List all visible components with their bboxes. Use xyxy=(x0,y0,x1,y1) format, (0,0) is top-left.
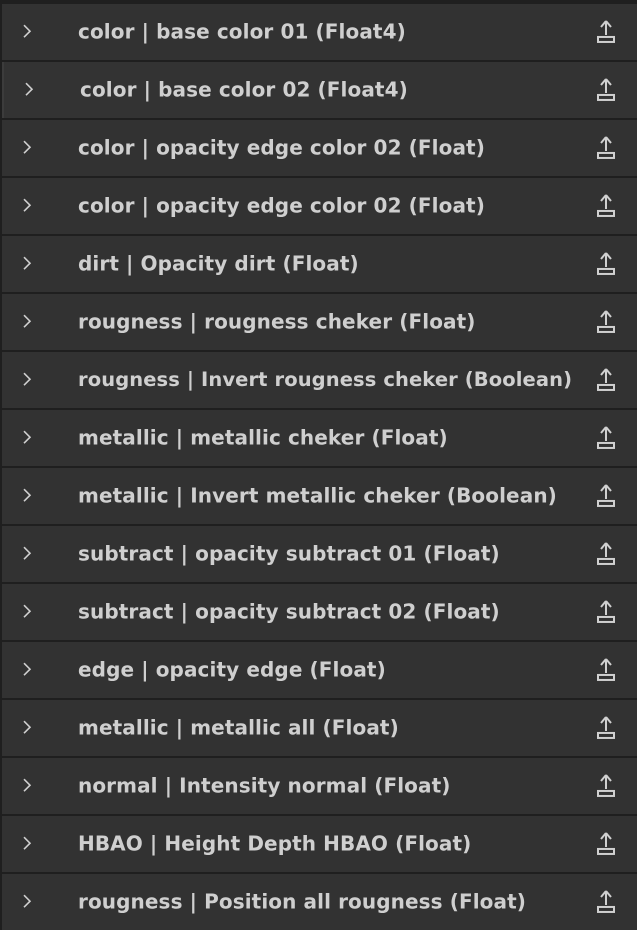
parameter-label: color | opacity edge color 02 (Float) xyxy=(78,193,485,218)
export-icon[interactable] xyxy=(596,134,616,160)
parameter-row[interactable]: color | base color 01 (Float4) xyxy=(2,4,637,60)
export-icon[interactable] xyxy=(596,888,616,914)
export-icon[interactable] xyxy=(596,308,616,334)
parameter-label: rougness | rougness cheker (Float) xyxy=(78,309,476,334)
chevron-right-icon[interactable] xyxy=(19,661,35,677)
export-icon[interactable] xyxy=(596,598,616,624)
chevron-right-icon[interactable] xyxy=(19,487,35,503)
chevron-right-icon[interactable] xyxy=(19,545,35,561)
export-icon[interactable] xyxy=(596,18,616,44)
parameter-row[interactable]: rougness | rougness cheker (Float) xyxy=(2,294,637,350)
parameter-label: metallic | metallic all (Float) xyxy=(78,715,399,740)
parameter-label: color | opacity edge color 02 (Float) xyxy=(78,135,485,160)
chevron-right-icon[interactable] xyxy=(19,429,35,445)
parameter-row[interactable]: color | opacity edge color 02 (Float) xyxy=(2,120,637,176)
export-icon[interactable] xyxy=(596,192,616,218)
chevron-right-icon[interactable] xyxy=(19,313,35,329)
export-icon[interactable] xyxy=(596,366,616,392)
parameter-row[interactable]: rougness | Position all rougness (Float) xyxy=(2,874,637,930)
parameter-label: dirt | Opacity dirt (Float) xyxy=(78,251,359,276)
parameter-row[interactable]: dirt | Opacity dirt (Float) xyxy=(2,236,637,292)
chevron-right-icon[interactable] xyxy=(19,719,35,735)
export-icon[interactable] xyxy=(596,656,616,682)
chevron-right-icon[interactable] xyxy=(21,81,37,97)
parameter-row[interactable]: metallic | metallic cheker (Float) xyxy=(2,410,637,466)
export-icon[interactable] xyxy=(596,482,616,508)
parameter-row[interactable]: HBAO | Height Depth HBAO (Float) xyxy=(2,816,637,872)
export-icon[interactable] xyxy=(596,250,616,276)
parameter-row[interactable]: rougness | Invert rougness cheker (Boole… xyxy=(2,352,637,408)
chevron-right-icon[interactable] xyxy=(19,255,35,271)
parameter-row[interactable]: color | opacity edge color 02 (Float) xyxy=(2,178,637,234)
export-icon[interactable] xyxy=(596,76,616,102)
export-icon[interactable] xyxy=(596,424,616,450)
parameter-list: color | base color 01 (Float4) color | b… xyxy=(0,0,637,930)
parameter-label: subtract | opacity subtract 02 (Float) xyxy=(78,599,500,624)
export-icon[interactable] xyxy=(596,540,616,566)
chevron-right-icon[interactable] xyxy=(19,777,35,793)
export-icon[interactable] xyxy=(596,714,616,740)
parameter-label: normal | Intensity normal (Float) xyxy=(78,773,451,798)
parameter-row[interactable]: edge | opacity edge (Float) xyxy=(2,642,637,698)
export-icon[interactable] xyxy=(596,772,616,798)
parameter-label: metallic | Invert metallic cheker (Boole… xyxy=(78,483,557,508)
parameter-label: edge | opacity edge (Float) xyxy=(78,657,386,682)
parameter-row[interactable]: metallic | metallic all (Float) xyxy=(2,700,637,756)
export-icon[interactable] xyxy=(596,830,616,856)
chevron-right-icon[interactable] xyxy=(19,893,35,909)
parameter-label: color | base color 02 (Float4) xyxy=(80,77,408,102)
parameter-row[interactable]: normal | Intensity normal (Float) xyxy=(2,758,637,814)
parameter-label: rougness | Position all rougness (Float) xyxy=(78,889,527,914)
parameter-row[interactable]: subtract | opacity subtract 01 (Float) xyxy=(2,526,637,582)
chevron-right-icon[interactable] xyxy=(19,603,35,619)
parameter-label: color | base color 01 (Float4) xyxy=(78,19,406,44)
chevron-right-icon[interactable] xyxy=(19,197,35,213)
parameter-label: HBAO | Height Depth HBAO (Float) xyxy=(78,831,472,856)
parameter-label: subtract | opacity subtract 01 (Float) xyxy=(78,541,500,566)
parameter-label: metallic | metallic cheker (Float) xyxy=(78,425,448,450)
parameter-row[interactable]: metallic | Invert metallic cheker (Boole… xyxy=(2,468,637,524)
chevron-right-icon[interactable] xyxy=(19,835,35,851)
parameter-row[interactable]: color | base color 02 (Float4) xyxy=(2,62,637,118)
chevron-right-icon[interactable] xyxy=(19,139,35,155)
chevron-right-icon[interactable] xyxy=(19,23,35,39)
parameter-label: rougness | Invert rougness cheker (Boole… xyxy=(78,368,573,392)
parameter-row[interactable]: subtract | opacity subtract 02 (Float) xyxy=(2,584,637,640)
chevron-right-icon[interactable] xyxy=(19,371,35,387)
